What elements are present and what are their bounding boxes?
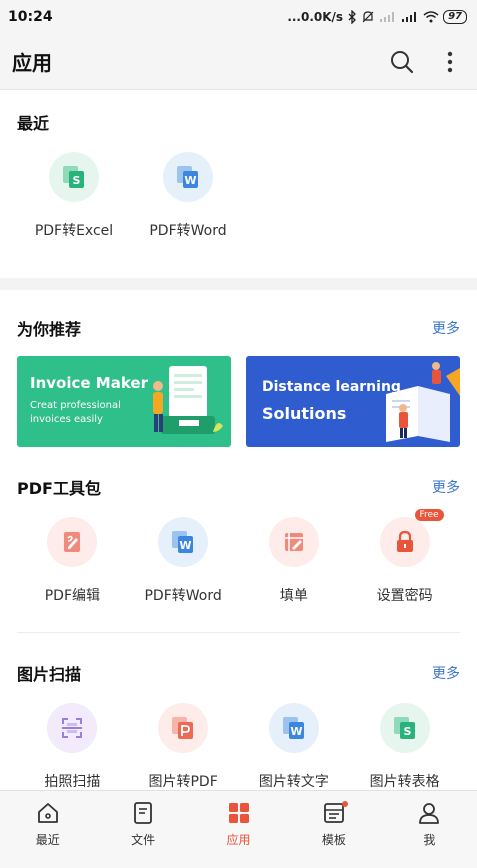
recommend-more-link[interactable]: 更多 [432,318,460,338]
pdf-icon [172,717,194,739]
nav-item-apps[interactable]: 应用 [191,791,286,868]
tool-label: PDF转Word [144,588,222,604]
battery-indicator: 97 [443,10,467,24]
recent-section: 最近 S PDF转Excel W PDF转Word [0,90,477,278]
tool-label: 图片转表格 [369,774,440,790]
tool-label: PDF转Word [149,223,227,239]
invoice-illustration [153,366,223,434]
recent-tools: S PDF转Excel W PDF转Word [17,152,460,240]
svg-text:S: S [403,725,411,738]
recommend-title: 为你推荐 [17,320,82,339]
learning-illustration [386,362,460,442]
file-icon [134,802,153,824]
nav-label: 我 [423,833,436,847]
image-scan-header: 图片扫描 更多 [17,661,460,685]
svg-text:S: S [73,174,81,187]
tool-label: 图片转PDF [148,774,218,790]
tool-pdf-to-word[interactable]: W PDF转Word [131,152,245,240]
tool-label: 填单 [279,588,308,604]
scan-icon [62,718,83,738]
nav-label: 最近 [35,833,60,847]
word-icon: W [172,531,194,553]
apps-icon [228,803,249,823]
lock-icon [396,530,413,552]
mute-bell-icon [361,10,375,24]
pdf-tools-row: PDF编辑 W PDF转Word 填单 Free 设置密码 [17,509,460,605]
nav-item-recent[interactable]: 最近 [0,791,95,868]
nav-label: 模板 [321,833,346,847]
bluetooth-icon [347,10,357,24]
main-section: 为你推荐 更多 Invoice Maker Creat professional… [0,290,477,797]
tool-label: PDF转Excel [34,223,114,239]
banner-distance-learning[interactable]: Distance learning Solutions [246,356,460,447]
bottom-nav: 最近 文件 应用 模板 我 [0,790,477,868]
status-icons: ...0.0K/s 97 [287,10,467,24]
recent-title: 最近 [17,114,50,133]
svg-text:W: W [290,725,302,738]
nav-label: 应用 [226,833,251,847]
excel-icon: S [393,717,415,739]
nav-item-files[interactable]: 文件 [95,791,190,868]
search-button[interactable] [387,47,417,77]
svg-text:W: W [180,539,192,552]
pdf-edit-icon [64,532,81,552]
recommend-banners: Invoice Maker Creat professional invoice… [17,356,460,447]
pdf-tools-header: PDF工具包 更多 [17,475,460,499]
tool-image-to-text[interactable]: W 图片转文字 [239,703,350,791]
status-bar: 10:24 ...0.0K/s 97 [0,0,477,34]
notification-dot [342,801,349,807]
tool-image-to-table[interactable]: S 图片转表格 [349,703,460,791]
tool-fill-form[interactable]: 填单 [239,517,350,605]
word-icon: W [282,717,304,739]
tool-label: 拍照扫描 [44,774,101,790]
more-vertical-icon [447,51,453,72]
wifi-icon [423,11,439,23]
tool-image-to-pdf[interactable]: 图片转PDF [128,703,239,791]
search-icon [391,50,414,73]
page-title: 应用 [12,51,52,75]
home-icon [37,803,58,823]
status-time: 10:24 [8,9,53,25]
nav-label: 文件 [131,833,156,847]
more-options-button[interactable] [435,47,465,77]
image-scan-row: 拍照扫描 图片转PDF W 图片转文字 S 图片转表格 [17,703,460,791]
word-icon: W [177,166,198,188]
app-bar: 应用 [0,34,477,90]
tool-pdf-to-word[interactable]: W PDF转Word [128,517,239,605]
pdf-tools-more-link[interactable]: 更多 [432,477,460,497]
image-scan-more-link[interactable]: 更多 [432,663,460,683]
banner-invoice-maker[interactable]: Invoice Maker Creat professional invoice… [17,356,231,447]
network-speed: ...0.0K/s [287,10,344,24]
tool-pdf-edit[interactable]: PDF编辑 [17,517,128,605]
nav-item-profile[interactable]: 我 [382,791,477,868]
signal-weak-icon [379,11,397,23]
free-badge: Free [414,509,444,521]
recommend-header: 为你推荐 更多 [17,316,460,340]
image-scan-title: 图片扫描 [17,665,82,684]
tool-label: 设置密码 [376,588,433,604]
nav-item-templates[interactable]: 模板 [286,791,381,868]
signal-strong-icon [401,11,419,23]
tool-set-password[interactable]: Free 设置密码 [349,509,460,605]
excel-icon: S [63,166,84,188]
fill-form-icon [284,533,303,551]
svg-text:W: W [184,174,196,187]
tool-label: PDF编辑 [44,588,101,604]
tool-pdf-to-excel[interactable]: S PDF转Excel [17,152,131,240]
tool-photo-scan[interactable]: 拍照扫描 [17,703,128,791]
pdf-tools-title: PDF工具包 [17,479,101,498]
tool-label: 图片转文字 [258,774,329,790]
divider [17,632,460,633]
profile-icon [419,803,440,824]
